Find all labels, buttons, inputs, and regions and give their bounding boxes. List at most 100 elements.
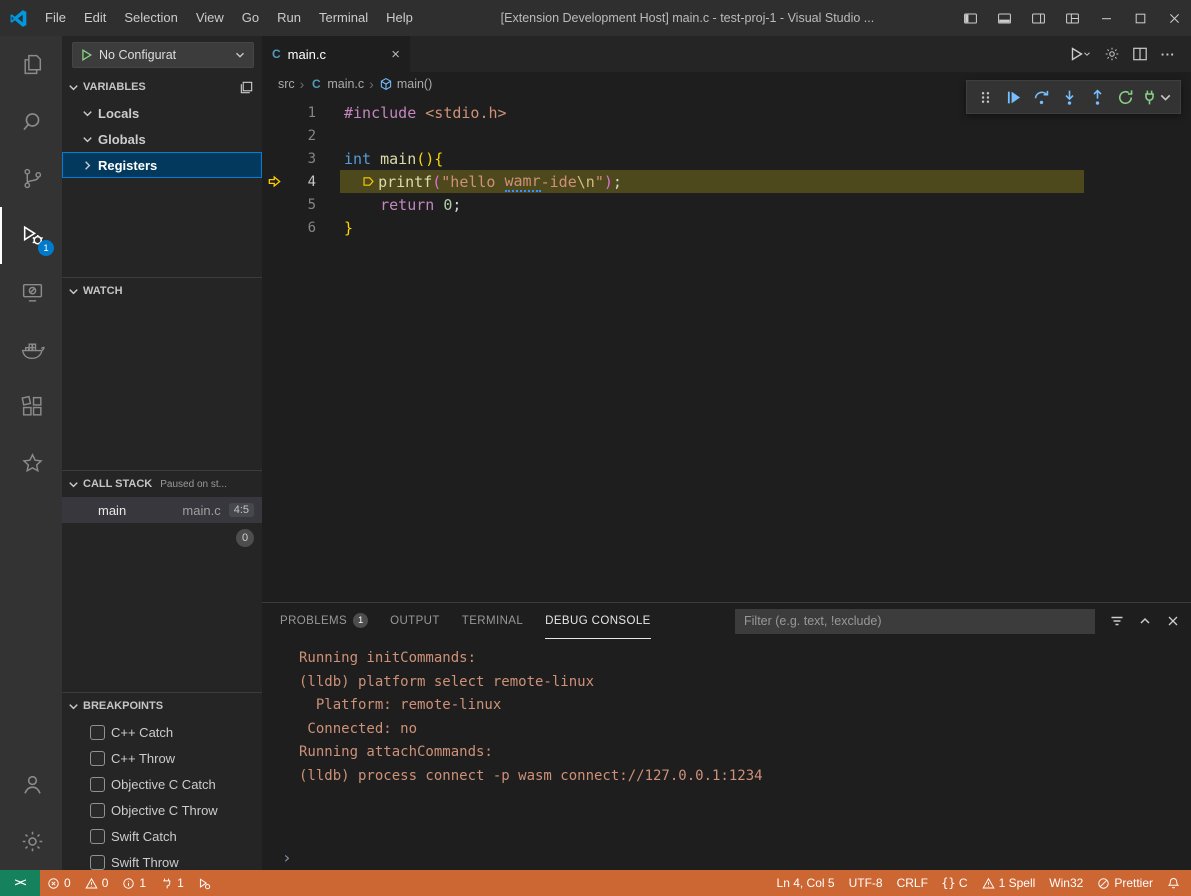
panel-tab-output[interactable]: OUTPUT [390, 603, 440, 639]
console-input-row[interactable]: › [262, 844, 1191, 870]
code-line-5[interactable]: 5 return 0; [262, 193, 1191, 216]
breadcrumb-item-src[interactable]: src [278, 77, 295, 91]
panel-tab-terminal[interactable]: TERMINAL [462, 603, 523, 639]
breakpoint-checkbox[interactable] [90, 803, 105, 818]
menu-run[interactable]: Run [268, 0, 310, 36]
code-line-4[interactable]: 4 printf("hello wamr-ide\n"); [262, 170, 1191, 193]
status-eol[interactable]: CRLF [890, 870, 935, 896]
tab-main-c[interactable]: C main.c × [262, 36, 410, 72]
status-errors[interactable]: 0 [40, 870, 78, 896]
watch-section-title: WATCH [83, 285, 123, 297]
activity-item-search[interactable] [0, 93, 62, 150]
status-platform[interactable]: Win32 [1042, 870, 1090, 896]
step-over-button[interactable] [1027, 83, 1055, 111]
status-spell[interactable]: 1 Spell [975, 870, 1043, 896]
collapse-all-icon[interactable] [239, 80, 254, 95]
stack-frame-row[interactable]: main main.c 4:5 [62, 497, 262, 523]
breakpoint-checkbox[interactable] [90, 777, 105, 792]
activity-item-explorer[interactable] [0, 36, 62, 93]
status-language-mode[interactable]: {}C [935, 870, 975, 896]
more-actions-button[interactable]: ··· [1155, 36, 1181, 72]
toggle-sidebar-left-button[interactable] [953, 0, 987, 36]
activity-item-favorites[interactable] [0, 435, 62, 492]
tab-close-icon[interactable]: × [391, 47, 400, 62]
remote-indicator[interactable]: >< [0, 870, 40, 896]
maximize-panel-button[interactable] [1137, 613, 1153, 629]
panel-tab-debug-console[interactable]: DEBUG CONSOLE [545, 603, 651, 639]
menu-go[interactable]: Go [233, 0, 268, 36]
debug-config-dropdown[interactable]: No Configurat [72, 42, 254, 68]
maximize-button[interactable] [1123, 0, 1157, 36]
breakpoint-checkbox[interactable] [90, 855, 105, 870]
toggle-panel-button[interactable] [987, 0, 1021, 36]
disconnect-button[interactable] [1139, 83, 1176, 111]
run-button[interactable] [1063, 36, 1097, 72]
step-into-button[interactable] [1055, 83, 1083, 111]
activity-item-source-control[interactable] [0, 150, 62, 207]
variables-section-header[interactable]: VARIABLES [62, 74, 262, 100]
breadcrumb-item-main[interactable]: main() [379, 77, 432, 91]
activity-item-settings[interactable] [0, 813, 62, 870]
breakpoint-checkbox[interactable] [90, 725, 105, 740]
status-encoding[interactable]: UTF-8 [842, 870, 890, 896]
activity-item-accounts[interactable] [0, 756, 62, 813]
status-infos[interactable]: 1 [115, 870, 153, 896]
vscode-window: FileEditSelectionViewGoRunTerminalHelp [… [0, 0, 1191, 896]
breakpoint-c-catch[interactable]: C++ Catch [62, 719, 262, 745]
menu-file[interactable]: File [36, 0, 75, 36]
code-line-3[interactable]: 3int main(){ [262, 147, 1191, 170]
breakpoint-c-throw[interactable]: C++ Throw [62, 745, 262, 771]
activity-item-docker[interactable] [0, 321, 62, 378]
step-out-button[interactable] [1083, 83, 1111, 111]
breakpoint-swift-throw[interactable]: Swift Throw [62, 849, 262, 870]
restart-button[interactable] [1111, 83, 1139, 111]
breakpoint-swift-catch[interactable]: Swift Catch [62, 823, 262, 849]
watch-section-header[interactable]: WATCH [62, 278, 262, 304]
variables-item-globals[interactable]: Globals [62, 126, 262, 152]
activity-item-extensions[interactable] [0, 378, 62, 435]
code-line-6[interactable]: 6} [262, 216, 1191, 239]
settings-button[interactable] [1099, 36, 1125, 72]
breakpoint-checkbox[interactable] [90, 751, 105, 766]
variables-item-locals[interactable]: Locals [62, 100, 262, 126]
activity-item-remote-explorer[interactable] [0, 264, 62, 321]
code-line-2[interactable]: 2 [262, 124, 1191, 147]
call-stack-section-header[interactable]: CALL STACK Paused on st... [62, 471, 262, 497]
split-editor-button[interactable] [1127, 36, 1153, 72]
status-prettier[interactable]: Prettier [1090, 870, 1160, 896]
status-ports[interactable]: 1 [153, 870, 191, 896]
close-button[interactable] [1157, 0, 1191, 36]
drag-handle-button[interactable] [971, 83, 999, 111]
status-notifications[interactable] [1160, 870, 1187, 896]
close-panel-button[interactable] [1165, 613, 1181, 629]
code-editor[interactable]: 1#include <stdio.h>23int main(){4 printf… [262, 96, 1191, 602]
menu-terminal[interactable]: Terminal [310, 0, 377, 36]
status-cursor-position[interactable]: Ln 4, Col 5 [770, 870, 842, 896]
activity-item-run-and-debug[interactable]: 1 [0, 207, 62, 264]
breakpoint-gutter[interactable] [262, 174, 286, 189]
variables-item-registers[interactable]: Registers [62, 152, 262, 178]
menu-view[interactable]: View [187, 0, 233, 36]
panel-header: PROBLEMS1 OUTPUT TERMINAL DEBUG CONSOLE [262, 603, 1191, 639]
breakpoint-objective-c-throw[interactable]: Objective C Throw [62, 797, 262, 823]
breakpoint-objective-c-catch[interactable]: Objective C Catch [62, 771, 262, 797]
start-debugging-icon[interactable] [79, 48, 93, 62]
continue-button[interactable] [999, 83, 1027, 111]
console-filter-input[interactable] [735, 609, 1095, 634]
menu-edit[interactable]: Edit [75, 0, 115, 36]
customize-layout-button[interactable] [1055, 0, 1089, 36]
minimize-button[interactable] [1089, 0, 1123, 36]
status-warnings[interactable]: 0 [78, 870, 116, 896]
panel-tab-problems[interactable]: PROBLEMS1 [280, 603, 368, 639]
menu-selection[interactable]: Selection [115, 0, 186, 36]
breakpoint-checkbox[interactable] [90, 829, 105, 844]
debug-console-output[interactable]: Running initCommands:(lldb) platform sel… [262, 639, 1191, 844]
menu-help[interactable]: Help [377, 0, 422, 36]
filter-button[interactable] [1109, 613, 1125, 629]
toggle-sidebar-right-button[interactable] [1021, 0, 1055, 36]
status-debug-session[interactable] [191, 870, 218, 896]
breadcrumb-item-main-c[interactable]: Cmain.c [309, 77, 364, 91]
line-number: 4 [286, 174, 316, 190]
editor-group: C main.c × ··· src›Cmain.c›main() 1#incl… [262, 36, 1191, 870]
breakpoints-section-header[interactable]: BREAKPOINTS [62, 693, 262, 719]
